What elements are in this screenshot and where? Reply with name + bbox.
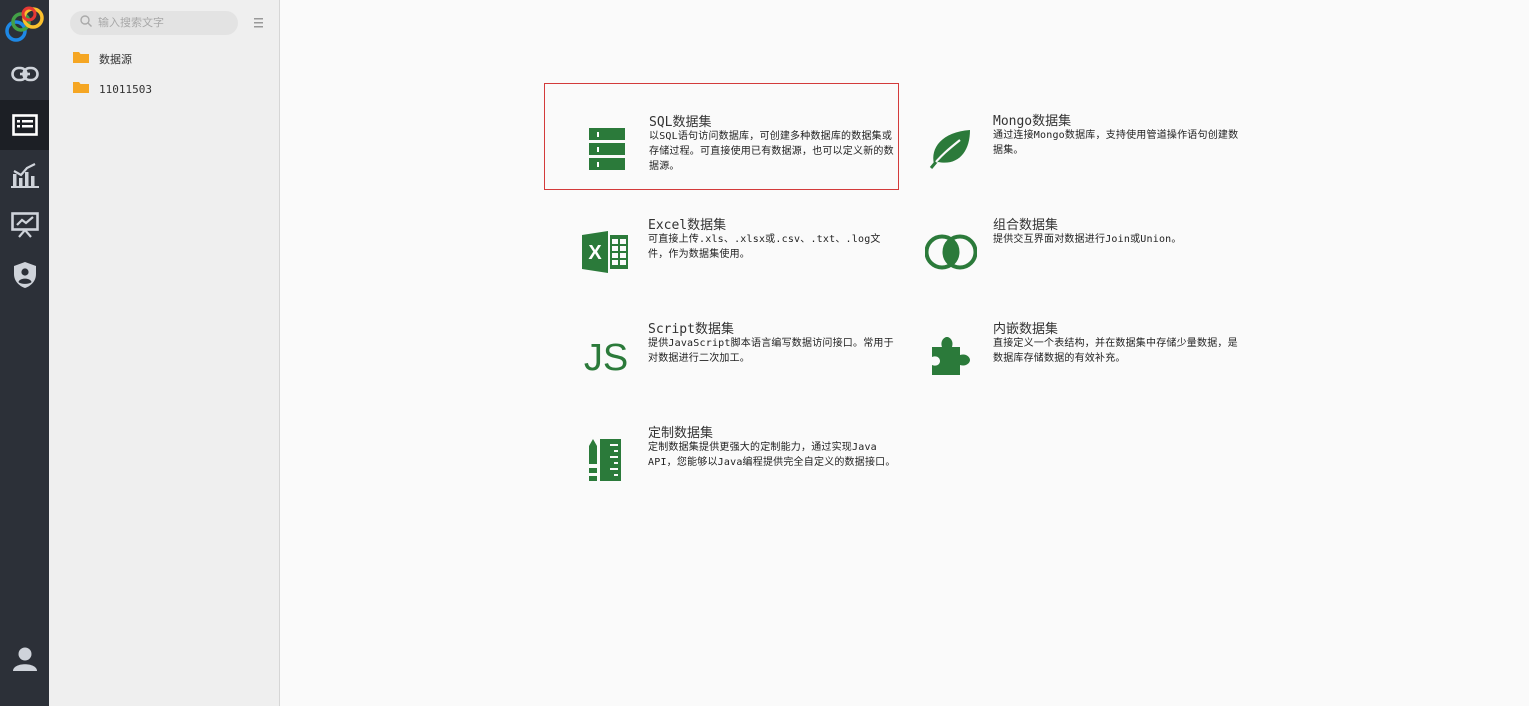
- card-title: Script数据集: [648, 322, 734, 337]
- folder-icon: [73, 50, 89, 68]
- nav-security-button[interactable]: [0, 250, 49, 300]
- svg-text:X: X: [588, 242, 602, 264]
- excel-icon: X: [580, 227, 632, 277]
- card-description: 以SQL语句访问数据库，可创建多种数据库的数据集或存储过程。可直接使用已有数据源…: [649, 131, 894, 172]
- dataset-list-icon: [11, 114, 38, 136]
- sql-dataset-card[interactable]: SQL数据集 以SQL语句访问数据库，可创建多种数据库的数据集或存储过程。可直接…: [544, 83, 899, 190]
- tree-menu-icon[interactable]: [254, 16, 263, 28]
- folder-icon: [73, 80, 89, 98]
- card-title: SQL数据集: [649, 115, 712, 130]
- card-title: 组合数据集: [993, 218, 1059, 233]
- presentation-icon: [10, 212, 39, 238]
- nav-link-button[interactable]: [0, 49, 49, 99]
- card-description: 定制数据集提供更强大的定制能力，通过实现Java API，您能够以Java编程提…: [648, 442, 896, 468]
- script-dataset-card[interactable]: JS Script数据集 提供JavaScript脚本语言编写数据访问接口。常用…: [544, 291, 899, 398]
- svg-text:JS: JS: [584, 337, 628, 376]
- mongo-dataset-card[interactable]: Mongo数据集 通过连接Mongo数据库，支持使用管道操作语句创建数据集。: [889, 83, 1244, 190]
- excel-dataset-card[interactable]: X Excel数据集 可直接上传.xls、.xlsx或.csv、.txt、.lo…: [544, 187, 899, 294]
- custom-dataset-card[interactable]: 定制数据集 定制数据集提供更强大的定制能力，通过实现Java API，您能够以J…: [544, 395, 899, 502]
- chart-analysis-icon: [10, 162, 39, 188]
- puzzle-icon: [925, 331, 977, 381]
- tree-item-label: 11011503: [99, 82, 152, 96]
- app-logo-icon: [3, 4, 45, 46]
- tree-item-11011503[interactable]: 11011503: [73, 79, 152, 99]
- embedded-dataset-card[interactable]: 内嵌数据集 直接定义一个表结构，并在数据集中存储少量数据，是数据库存储数据的有效…: [889, 291, 1244, 398]
- card-description: 可直接上传.xls、.xlsx或.csv、.txt、.log文件，作为数据集使用…: [648, 234, 881, 260]
- js-icon: JS: [580, 331, 632, 381]
- link-icon: [10, 66, 39, 82]
- card-description: 通过连接Mongo数据库，支持使用管道操作语句创建数据集。: [993, 130, 1239, 156]
- user-profile-button[interactable]: [0, 634, 49, 684]
- overlap-circles-icon: [925, 227, 977, 277]
- tree-search-input[interactable]: [98, 17, 228, 29]
- nav-dataset-button[interactable]: [0, 100, 49, 150]
- search-icon: [80, 14, 92, 32]
- card-title: 定制数据集: [648, 426, 714, 441]
- custom-ruler-icon: [580, 435, 632, 485]
- datasource-tree-panel: 数据源 11011503: [49, 0, 280, 706]
- union-dataset-card[interactable]: 组合数据集 提供交互界面对数据进行Join或Union。: [889, 187, 1244, 294]
- card-description: 提供JavaScript脚本语言编写数据访问接口。常用于对数据进行二次加工。: [648, 338, 894, 364]
- shield-user-icon: [13, 261, 37, 289]
- tree-item-label: 数据源: [99, 53, 132, 66]
- icon-rail: [0, 0, 49, 706]
- card-description: 提供交互界面对数据进行Join或Union。: [993, 234, 1182, 245]
- card-description: 直接定义一个表结构，并在数据集中存储少量数据，是数据库存储数据的有效补充。: [993, 338, 1238, 364]
- tree-search-box[interactable]: [70, 11, 238, 35]
- nav-analysis-button[interactable]: [0, 150, 49, 200]
- user-icon: [12, 646, 38, 672]
- card-title: Excel数据集: [648, 218, 727, 233]
- leaf-icon: [925, 123, 977, 173]
- tree-item-datasource[interactable]: 数据源: [73, 49, 132, 69]
- card-title: Mongo数据集: [993, 114, 1072, 129]
- card-title: 内嵌数据集: [993, 322, 1059, 337]
- nav-dashboard-button[interactable]: [0, 200, 49, 250]
- database-table-icon: [581, 124, 633, 174]
